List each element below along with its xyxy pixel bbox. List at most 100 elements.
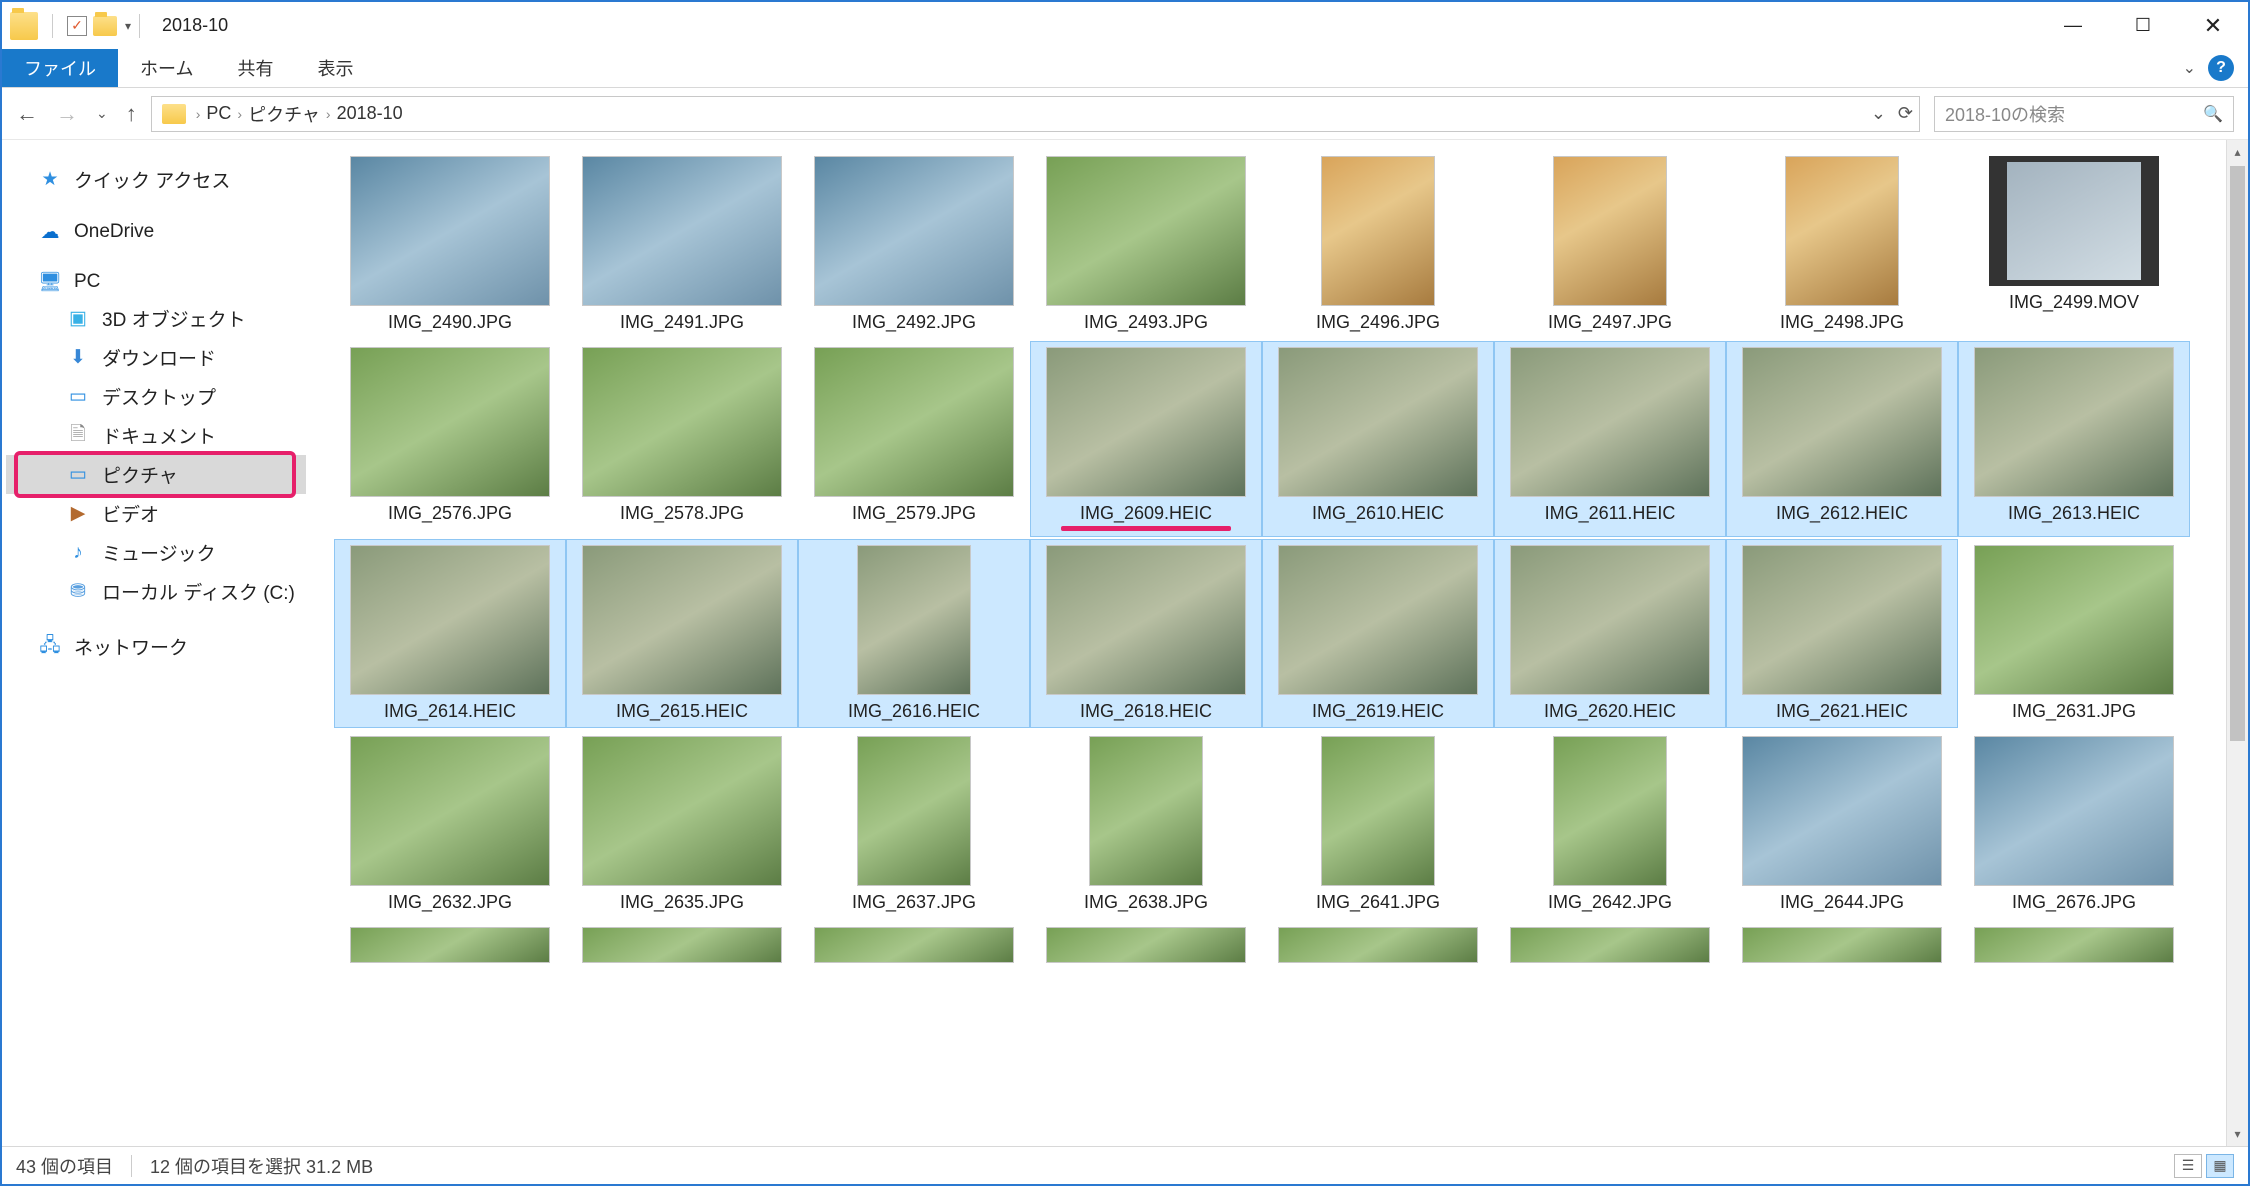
file-item[interactable]: IMG_2613.HEIC (1958, 341, 2190, 537)
file-item[interactable]: IMG_2635.JPG (566, 730, 798, 919)
refresh-icon[interactable]: ⟳ (1898, 103, 1913, 124)
nav-buttons: ← → ⌄ ↑ (16, 101, 137, 127)
tab-view[interactable]: 表示 (295, 49, 375, 87)
folder-icon[interactable] (10, 12, 38, 40)
file-item[interactable]: IMG_2491.JPG (566, 150, 798, 339)
file-item[interactable]: IMG_2496.JPG (1262, 150, 1494, 339)
file-item[interactable] (1494, 921, 1726, 969)
file-item[interactable]: IMG_2490.JPG (334, 150, 566, 339)
vertical-scrollbar[interactable]: ▴ ▾ (2226, 140, 2248, 1146)
file-item[interactable] (334, 921, 566, 969)
file-item[interactable]: IMG_2497.JPG (1494, 150, 1726, 339)
file-item[interactable]: IMG_2618.HEIC (1030, 539, 1262, 728)
help-icon[interactable]: ? (2208, 55, 2234, 81)
file-name: IMG_2638.JPG (1084, 892, 1208, 913)
breadcrumb-current[interactable]: 2018-10 (337, 103, 403, 124)
file-tab[interactable]: ファイル (2, 49, 118, 87)
back-button[interactable]: ← (16, 101, 38, 127)
sidebar-item-onedrive[interactable]: ☁ OneDrive (6, 215, 306, 249)
sidebar-item-pc[interactable]: 🖥 PC (6, 265, 306, 299)
file-name: IMG_2635.JPG (620, 892, 744, 913)
sidebar-item-pictures[interactable]: ▭ ピクチャ (6, 455, 306, 494)
file-item[interactable]: IMG_2644.JPG (1726, 730, 1958, 919)
file-item[interactable]: IMG_2621.HEIC (1726, 539, 1958, 728)
sidebar-item-local-disk-c[interactable]: ⛃ ローカル ディスク (C:) (6, 572, 306, 611)
breadcrumb-pictures[interactable]: ピクチャ (248, 101, 320, 127)
chevron-right-icon[interactable]: › (326, 106, 331, 122)
file-item[interactable]: IMG_2609.HEIC (1030, 341, 1262, 537)
file-name: IMG_2610.HEIC (1312, 503, 1444, 524)
tab-share[interactable]: 共有 (215, 49, 295, 87)
chevron-right-icon[interactable]: › (237, 106, 242, 122)
scroll-down-icon[interactable]: ▾ (2227, 1122, 2248, 1146)
file-item[interactable]: IMG_2498.JPG (1726, 150, 1958, 339)
file-item[interactable]: IMG_2614.HEIC (334, 539, 566, 728)
minimize-button[interactable]: — (2038, 3, 2108, 48)
qat-dropdown-icon[interactable]: ▾ (125, 19, 131, 33)
image-thumbnail (582, 347, 782, 497)
file-item[interactable]: IMG_2610.HEIC (1262, 341, 1494, 537)
tab-home[interactable]: ホーム (118, 49, 215, 87)
ribbon: ファイル ホーム 共有 表示 ⌄ ? (2, 49, 2248, 88)
address-bar[interactable]: › PC › ピクチャ › 2018-10 ⌄ ⟳ (151, 96, 1920, 132)
titlebar: ✓ ▾ 2018-10 — ☐ ✕ (2, 2, 2248, 49)
sidebar-item-music[interactable]: ♪ ミュージック (6, 533, 306, 572)
file-item[interactable]: IMG_2578.JPG (566, 341, 798, 537)
forward-button[interactable]: → (56, 101, 78, 127)
details-view-button[interactable]: ☰ (2174, 1154, 2202, 1178)
scroll-thumb[interactable] (2230, 166, 2245, 741)
file-item[interactable]: IMG_2493.JPG (1030, 150, 1262, 339)
file-item[interactable]: IMG_2499.MOV (1958, 150, 2190, 339)
new-folder-icon[interactable] (93, 16, 117, 36)
file-item[interactable]: IMG_2615.HEIC (566, 539, 798, 728)
breadcrumb-pc[interactable]: PC (206, 103, 231, 124)
ribbon-expand-icon[interactable]: ⌄ (2183, 58, 2196, 78)
sidebar-item-documents[interactable]: 🗎 ドキュメント (6, 416, 306, 455)
sidebar-item-downloads[interactable]: ⬇ ダウンロード (6, 338, 306, 377)
file-item[interactable]: IMG_2619.HEIC (1262, 539, 1494, 728)
sidebar-item-quick-access[interactable]: ★ クイック アクセス (6, 160, 306, 199)
file-item[interactable]: IMG_2638.JPG (1030, 730, 1262, 919)
file-grid[interactable]: IMG_2490.JPGIMG_2491.JPGIMG_2492.JPGIMG_… (310, 140, 2226, 971)
file-item[interactable]: IMG_2612.HEIC (1726, 341, 1958, 537)
file-item[interactable]: IMG_2492.JPG (798, 150, 1030, 339)
content-area: IMG_2490.JPGIMG_2491.JPGIMG_2492.JPGIMG_… (310, 140, 2248, 1146)
file-name: IMG_2616.HEIC (848, 701, 980, 722)
file-item[interactable] (798, 921, 1030, 969)
file-item[interactable]: IMG_2631.JPG (1958, 539, 2190, 728)
close-button[interactable]: ✕ (2178, 3, 2248, 48)
file-item[interactable]: IMG_2579.JPG (798, 341, 1030, 537)
scroll-track[interactable] (2227, 164, 2248, 1122)
file-item[interactable]: IMG_2576.JPG (334, 341, 566, 537)
thumbnail-view-button[interactable]: ▦ (2206, 1154, 2234, 1178)
file-item[interactable] (566, 921, 798, 969)
file-item[interactable] (1958, 921, 2190, 969)
file-item[interactable]: IMG_2642.JPG (1494, 730, 1726, 919)
maximize-button[interactable]: ☐ (2108, 3, 2178, 48)
file-item[interactable] (1262, 921, 1494, 969)
address-dropdown-icon[interactable]: ⌄ (1871, 103, 1886, 124)
scroll-up-icon[interactable]: ▴ (2227, 140, 2248, 164)
sidebar-item-videos[interactable]: ▶ ビデオ (6, 494, 306, 533)
file-item[interactable]: IMG_2676.JPG (1958, 730, 2190, 919)
file-item[interactable]: IMG_2611.HEIC (1494, 341, 1726, 537)
file-item[interactable]: IMG_2641.JPG (1262, 730, 1494, 919)
file-item[interactable]: IMG_2632.JPG (334, 730, 566, 919)
sidebar-item-desktop[interactable]: ▭ デスクトップ (6, 377, 306, 416)
up-button[interactable]: ↑ (126, 101, 137, 127)
file-item[interactable]: IMG_2616.HEIC (798, 539, 1030, 728)
file-item[interactable]: IMG_2637.JPG (798, 730, 1030, 919)
sidebar-item-3d-objects[interactable]: ▣ 3D オブジェクト (6, 299, 306, 338)
recent-dropdown-icon[interactable]: ⌄ (96, 105, 108, 122)
chevron-right-icon[interactable]: › (196, 106, 201, 122)
sidebar-item-label: PC (74, 271, 100, 293)
sidebar-item-label: ローカル ディスク (C:) (102, 578, 295, 605)
file-item[interactable] (1726, 921, 1958, 969)
properties-icon[interactable]: ✓ (67, 16, 87, 36)
desktop-icon: ▭ (66, 386, 90, 408)
sidebar-item-network[interactable]: 🖧 ネットワーク (6, 627, 306, 666)
file-item[interactable] (1030, 921, 1262, 969)
search-input[interactable]: 2018-10の検索 🔍 (1934, 96, 2234, 132)
folder-icon (162, 104, 186, 124)
file-item[interactable]: IMG_2620.HEIC (1494, 539, 1726, 728)
